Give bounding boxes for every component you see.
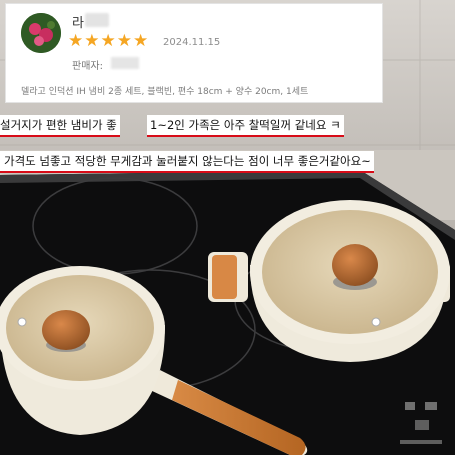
reviewer-name-mask — [85, 13, 109, 27]
avatar[interactable] — [21, 13, 61, 53]
caption-line-3: 가격도 넘좋고 적당한 무게감과 눌러붙지 않는다는 점이 너무 좋은거같아요~ — [0, 151, 374, 173]
caption-line-2: 1~2인 가족은 아주 찰떡일꺼 같네요 ㅋ — [147, 115, 344, 137]
review-card: 라 ★ ★ ★ ★ ★ 2024.11.15 판매자: 델라고 인덕션 IH 냄… — [5, 3, 383, 103]
star-icon: ★ — [100, 31, 116, 51]
caption-underline — [147, 135, 344, 137]
reviewer-name: 라 — [72, 16, 84, 31]
caption-underline — [0, 171, 374, 173]
star-icon: ★ — [116, 31, 132, 51]
avatar-flower-image — [21, 13, 61, 53]
star-rating: ★ ★ ★ ★ ★ — [68, 33, 148, 50]
review-date: 2024.11.15 — [163, 37, 221, 48]
caption-text: 설거지가 편한 냄비가 좋 — [0, 118, 117, 132]
star-icon: ★ — [133, 31, 149, 51]
product-option-text: 델라고 인덕션 IH 냄비 2종 세트, 블랙빈, 편수 18cm + 양수 2… — [21, 87, 309, 97]
caption-text: 1~2인 가족은 아주 찰떡일꺼 같네요 ㅋ — [150, 118, 341, 132]
caption-text: 가격도 넘좋고 적당한 무게감과 눌러붙지 않는다는 점이 너무 좋은거같아요~ — [4, 154, 371, 168]
caption-line-1: 설거지가 편한 냄비가 좋 — [0, 115, 120, 137]
seller-name-mask — [111, 57, 139, 69]
caption-underline — [0, 135, 120, 137]
star-icon: ★ — [84, 31, 100, 51]
seller-label: 판매자: — [72, 61, 103, 72]
star-icon: ★ — [68, 31, 84, 51]
